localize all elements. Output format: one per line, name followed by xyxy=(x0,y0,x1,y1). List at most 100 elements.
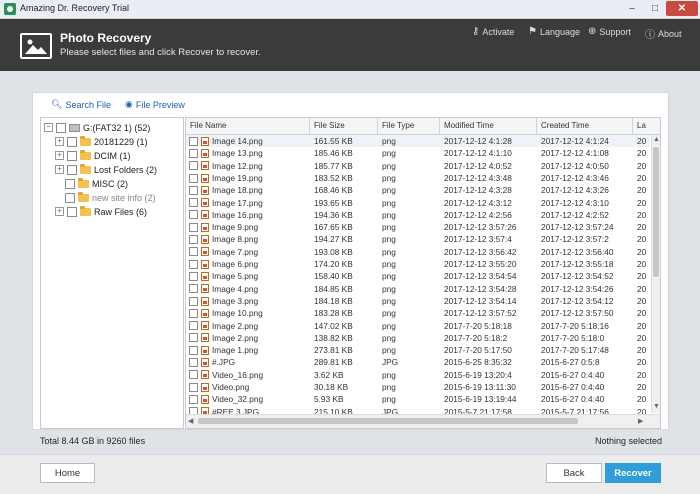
cell-created-time: 2017-12-12 4:3:10 xyxy=(541,197,609,208)
cell-last: 20 xyxy=(637,185,647,196)
row-checkbox[interactable] xyxy=(189,259,198,269)
scroll-right-icon[interactable]: ▶ xyxy=(638,417,643,425)
table-row[interactable]: Image 16.png 194.36 KB png 2017-12-12 4:2:5… xyxy=(186,209,650,221)
horizontal-scrollbar[interactable]: ◀ ▶ xyxy=(186,414,660,428)
row-checkbox[interactable] xyxy=(189,148,198,158)
horizontal-scroll-thumb[interactable] xyxy=(198,418,578,424)
cell-file-size: 3.62 KB xyxy=(314,369,344,380)
scroll-left-icon[interactable]: ◀ xyxy=(188,417,193,425)
table-row[interactable]: Image 8.png 194.27 KB png 2017-12-12 3:57:4… xyxy=(186,233,650,245)
expand-icon[interactable]: + xyxy=(55,207,64,216)
tab-file-preview[interactable]: ◉ File Preview xyxy=(125,99,185,110)
tree-item[interactable]: MISC (2) xyxy=(65,177,128,190)
image-file-icon xyxy=(201,271,209,281)
tab-search-file[interactable]: 🔍︎ Search File xyxy=(51,99,111,110)
row-checkbox[interactable] xyxy=(189,198,198,208)
tree-item-checkbox[interactable] xyxy=(67,136,77,147)
table-row[interactable]: Video_32.png 5.93 KB png 2015-6-19 13:19:44… xyxy=(186,393,650,405)
tree-item[interactable]: + 20181229 (1) xyxy=(55,135,148,148)
home-button[interactable]: Home xyxy=(40,463,95,483)
column-modified-time[interactable]: Modified Time xyxy=(440,118,537,134)
maximize-button[interactable]: □ xyxy=(645,1,665,16)
collapse-icon[interactable]: − xyxy=(44,123,53,132)
expand-icon[interactable]: + xyxy=(55,137,64,146)
table-row[interactable]: Image 10.png 183.28 KB png 2017-12-12 3:57:… xyxy=(186,307,650,319)
table-row[interactable]: Video_16.png 3.62 KB png 2015-6-19 13:20:4 2… xyxy=(186,369,650,381)
row-checkbox[interactable] xyxy=(189,321,198,331)
row-checkbox[interactable] xyxy=(189,161,198,171)
table-row[interactable]: Image 6.png 174.20 KB png 2017-12-12 3:55:2… xyxy=(186,258,650,270)
vertical-scrollbar[interactable]: ▲ ▼ xyxy=(651,135,660,413)
tree-item-checkbox[interactable] xyxy=(65,178,75,189)
tree-item[interactable]: + DCIM (1) xyxy=(55,149,131,162)
table-row[interactable]: Image 13.png 185.46 KB png 2017-12-12 4:1:1… xyxy=(186,147,650,159)
table-row[interactable]: Video.png 30.18 KB png 2015-6-19 13:11:30 20… xyxy=(186,381,650,393)
row-checkbox[interactable] xyxy=(189,271,198,281)
table-row[interactable]: Image 9.png 167.65 KB png 2017-12-12 3:57:2… xyxy=(186,221,650,233)
table-row[interactable]: Image 17.png 193.65 KB png 2017-12-12 4:3:1… xyxy=(186,197,650,209)
close-button[interactable]: ✕ xyxy=(666,1,698,16)
activate-link[interactable]: ⚷ Activate xyxy=(472,26,514,37)
table-row[interactable]: Image 4.png 184.85 KB png 2017-12-12 3:54:2… xyxy=(186,283,650,295)
column-file-size[interactable]: File Size xyxy=(310,118,378,134)
expand-icon[interactable]: + xyxy=(55,165,64,174)
minimize-button[interactable]: – xyxy=(622,1,642,16)
row-checkbox[interactable] xyxy=(189,382,198,392)
row-checkbox[interactable] xyxy=(189,222,198,232)
language-link[interactable]: ⚑ Language xyxy=(528,26,580,37)
table-row[interactable]: Image 18.png 168.46 KB png 2017-12-12 4:3:2… xyxy=(186,184,650,196)
row-checkbox[interactable] xyxy=(189,358,198,368)
tree-item[interactable]: + Raw Files (6) xyxy=(55,205,147,218)
cell-modified-time: 2017-7-20 5:17:50 xyxy=(444,345,512,356)
table-row[interactable]: #.JPG 289.81 KB JPG 2015-6-25 8:35:32 2015-6… xyxy=(186,356,650,368)
tree-item[interactable]: new site info (2) xyxy=(65,191,156,204)
support-link[interactable]: ⊕ Support xyxy=(588,26,631,37)
table-row[interactable]: Image 19.png 183.52 KB png 2017-12-12 4:3:4… xyxy=(186,172,650,184)
table-row[interactable]: Image 3.png 184.18 KB png 2017-12-12 3:54:1… xyxy=(186,295,650,307)
row-checkbox[interactable] xyxy=(189,296,198,306)
tree-root[interactable]: − G:(FAT32 1) (52) xyxy=(44,121,150,134)
column-last[interactable]: La xyxy=(633,118,660,134)
table-row[interactable]: Image 14.png 161.55 KB png 2017-12-12 4:1:2… xyxy=(186,135,650,148)
row-checkbox[interactable] xyxy=(189,394,198,404)
row-checkbox[interactable] xyxy=(189,136,198,146)
tree-root-checkbox[interactable] xyxy=(56,122,66,133)
tree-item-checkbox[interactable] xyxy=(67,206,77,217)
scroll-down-icon[interactable]: ▼ xyxy=(653,403,660,410)
column-created-time[interactable]: Created Time xyxy=(537,118,633,134)
table-row[interactable]: Image 2.png 138.82 KB png 2017-7-20 5:18:2 2… xyxy=(186,332,650,344)
row-checkbox[interactable] xyxy=(189,247,198,257)
tree-item[interactable]: + Lost Folders (2) xyxy=(55,163,157,176)
row-checkbox[interactable] xyxy=(189,235,198,245)
tree-item-checkbox[interactable] xyxy=(67,150,77,161)
row-checkbox[interactable] xyxy=(189,308,198,318)
tree-item-checkbox[interactable] xyxy=(67,164,77,175)
cell-file-size: 161.55 KB xyxy=(314,136,353,146)
table-row[interactable]: Image 1.png 273.81 KB png 2017-7-20 5:17:50… xyxy=(186,344,650,356)
row-checkbox[interactable] xyxy=(189,284,198,294)
expand-icon[interactable]: + xyxy=(55,151,64,160)
row-checkbox[interactable] xyxy=(189,173,198,183)
table-row[interactable]: Image 12.png 185.77 KB png 2017-12-12 4:0:5… xyxy=(186,160,650,172)
file-name-text: #.JPG xyxy=(212,357,236,368)
table-row[interactable]: Image 2.png 147.02 KB png 2017-7-20 5:18:18… xyxy=(186,320,650,332)
row-checkbox[interactable] xyxy=(189,370,198,380)
cell-created-time: 2017-12-12 3:57:50 xyxy=(541,308,614,319)
column-file-name[interactable]: File Name xyxy=(186,118,310,134)
row-checkbox[interactable] xyxy=(189,185,198,195)
row-checkbox[interactable] xyxy=(189,345,198,355)
about-link[interactable]: ⓘ About xyxy=(645,26,682,42)
column-file-type[interactable]: File Type xyxy=(378,118,440,134)
table-row[interactable]: Image 5.png 158.40 KB png 2017-12-12 3:54:5… xyxy=(186,270,650,282)
file-name-text: Image 4.png xyxy=(212,283,259,294)
row-checkbox[interactable] xyxy=(189,210,198,220)
recover-button[interactable]: Recover xyxy=(605,463,661,483)
cell-file-type: png xyxy=(382,320,396,331)
vertical-scroll-thumb[interactable] xyxy=(653,147,659,277)
table-row[interactable]: Image 7.png 193.08 KB png 2017-12-12 3:56:4… xyxy=(186,246,650,258)
tree-item-checkbox[interactable] xyxy=(65,192,75,203)
back-button[interactable]: Back xyxy=(546,463,602,483)
scroll-up-icon[interactable]: ▲ xyxy=(653,136,660,143)
file-name-text: Image 7.png xyxy=(212,246,259,257)
row-checkbox[interactable] xyxy=(189,333,198,343)
